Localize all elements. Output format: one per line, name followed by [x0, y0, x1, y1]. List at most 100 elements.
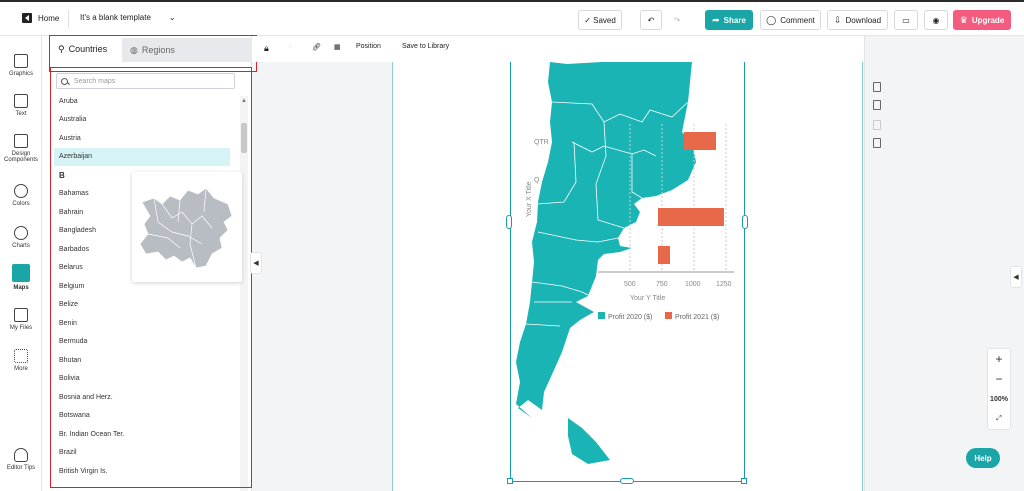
pin-icon: ⚲ [58, 43, 65, 54]
azerbaijan-map-preview [139, 187, 233, 269]
collapse-panel-button[interactable]: ◀ [250, 252, 262, 274]
zoom-in-button[interactable]: + [988, 349, 1010, 369]
map-preview-tooltip [132, 172, 242, 282]
link-icon[interactable]: 🔗︎ [312, 43, 321, 51]
object-toolbar: 🔒︎ ◌ 🔗︎ ▦ Position Save to Library [252, 36, 864, 62]
scroll-up-arrow-icon[interactable]: ▲ [241, 98, 247, 104]
divider [68, 10, 69, 28]
expand-right-panel-button[interactable]: ◀ [1010, 266, 1022, 288]
rail-label: Graphics [8, 71, 33, 77]
rail-label: Text [15, 111, 27, 117]
preview-button[interactable]: ◉ [924, 10, 948, 30]
rail-graphics[interactable]: Graphics [0, 54, 42, 77]
list-item[interactable]: Br. Indian Ocean Ter. [54, 425, 230, 444]
transparency-icon[interactable]: ▦ [334, 43, 341, 51]
selection-frame[interactable] [510, 62, 745, 482]
redo-button[interactable]: ↷ [666, 10, 688, 30]
rail-colors[interactable]: Colors [0, 184, 42, 207]
top-bar: Home It's a blank template ⌄ ✓ Saved ↶ ↷… [0, 0, 1024, 36]
search-placeholder: Search maps [74, 77, 116, 85]
rail-label: Editor Tips [6, 465, 36, 471]
upgrade-button[interactable]: ♛ Upgrade [953, 10, 1011, 30]
record-button[interactable]: ▭ [894, 10, 918, 30]
copy-page-icon[interactable] [873, 138, 881, 148]
list-item[interactable]: Bosnia and Herz. [54, 388, 230, 407]
zoom-level: 100% [990, 395, 1008, 403]
resize-handle-right[interactable] [742, 215, 748, 229]
lock-icon[interactable]: 🔒︎ [264, 43, 269, 54]
graphics-icon [14, 54, 28, 68]
components-icon [14, 134, 28, 148]
tab-countries[interactable]: ⚲ Countries [50, 38, 122, 62]
share-icon: ➦ [712, 14, 720, 25]
saved-label: ✓ Saved [584, 15, 616, 25]
home-label: Home [38, 13, 60, 23]
resize-handle-corner[interactable] [507, 478, 513, 484]
page-icon[interactable] [873, 82, 881, 92]
saved-status-button[interactable]: ✓ Saved [578, 10, 622, 30]
fit-to-screen-button[interactable]: ⤢ [988, 409, 1010, 429]
list-item[interactable]: Botswana [54, 407, 230, 426]
undo-button[interactable]: ↶ [640, 10, 662, 30]
rail-text[interactable]: Text [0, 94, 42, 117]
help-button[interactable]: Help [966, 448, 1000, 468]
position-button[interactable]: Position [356, 43, 381, 50]
list-item[interactable]: Australia [54, 111, 230, 130]
zoom-controls: + − 100% ⤢ [987, 348, 1011, 430]
resize-handle-left[interactable] [506, 215, 512, 229]
rail-my-files[interactable]: My Files [0, 308, 42, 331]
rail-charts[interactable]: Charts [0, 226, 42, 249]
list-item[interactable]: Austria [54, 129, 230, 148]
rail-maps[interactable]: Maps [0, 264, 42, 291]
scrollbar-thumb[interactable] [241, 123, 247, 153]
save-to-library-button[interactable]: Save to Library [402, 43, 449, 50]
list-item-selected[interactable]: Azerbaijan [54, 147, 230, 166]
rail-label: Charts [12, 243, 30, 249]
list-item[interactable]: Bermuda [54, 333, 230, 352]
back-arrow-icon [22, 13, 32, 23]
list-item[interactable]: Aruba [54, 92, 230, 111]
resize-handle-bottom[interactable] [620, 478, 634, 484]
list-scrollbar[interactable]: ▲ [240, 96, 248, 491]
rail-more[interactable]: More [0, 349, 42, 372]
rail-editor-tips[interactable]: Editor Tips [0, 448, 42, 471]
animation-icon[interactable]: ◌ [288, 43, 292, 50]
home-button[interactable]: Home [22, 13, 59, 23]
tab-regions[interactable]: ◍ Regions [122, 38, 252, 62]
comment-icon: ◯ [766, 14, 777, 25]
comment-button[interactable]: ◯ Comment [760, 10, 821, 30]
delete-page-icon[interactable] [873, 120, 881, 130]
share-button[interactable]: ➦ Share [705, 10, 753, 30]
rail-design-components[interactable]: Design Components [0, 134, 42, 163]
template-name-dropdown[interactable]: It's a blank template ⌄ [80, 13, 176, 22]
rail-label: More [14, 366, 28, 372]
left-tool-rail: Graphics Text Design Components Colors C… [0, 36, 42, 491]
globe-icon: ◍ [130, 44, 138, 55]
text-icon [14, 94, 28, 108]
list-item[interactable]: Bolivia [54, 370, 230, 389]
country-list: Aruba Australia Austria Azerbaijan B Bah… [54, 92, 230, 481]
rail-label: Colors [12, 201, 30, 207]
rail-label: Design Components [3, 151, 39, 163]
download-icon: ⇩ [833, 14, 842, 25]
map-icon [12, 264, 30, 282]
caret-left-icon: ◀ [1013, 274, 1019, 281]
list-item[interactable]: Belize [54, 296, 230, 315]
pie-chart-icon [14, 226, 28, 240]
chevron-down-icon: ⌄ [168, 13, 176, 22]
resize-handle-corner[interactable] [741, 478, 747, 484]
list-item[interactable]: Brazil [54, 444, 230, 463]
search-maps-input[interactable]: Search maps [56, 73, 235, 89]
duplicate-page-icon[interactable] [873, 100, 881, 110]
rail-label: Maps [13, 285, 29, 291]
palette-icon [14, 184, 28, 198]
list-item[interactable]: Bhutan [54, 351, 230, 370]
upgrade-label: Upgrade [971, 15, 1005, 25]
list-item[interactable]: Benin [54, 314, 230, 333]
rail-label: My Files [9, 325, 33, 331]
download-button[interactable]: ⇩ Download [827, 10, 888, 30]
share-label: Share [723, 15, 746, 25]
list-item[interactable]: British Virgin Is. [54, 462, 230, 481]
caret-left-icon: ◀ [253, 260, 259, 267]
zoom-out-button[interactable]: − [988, 369, 1010, 389]
